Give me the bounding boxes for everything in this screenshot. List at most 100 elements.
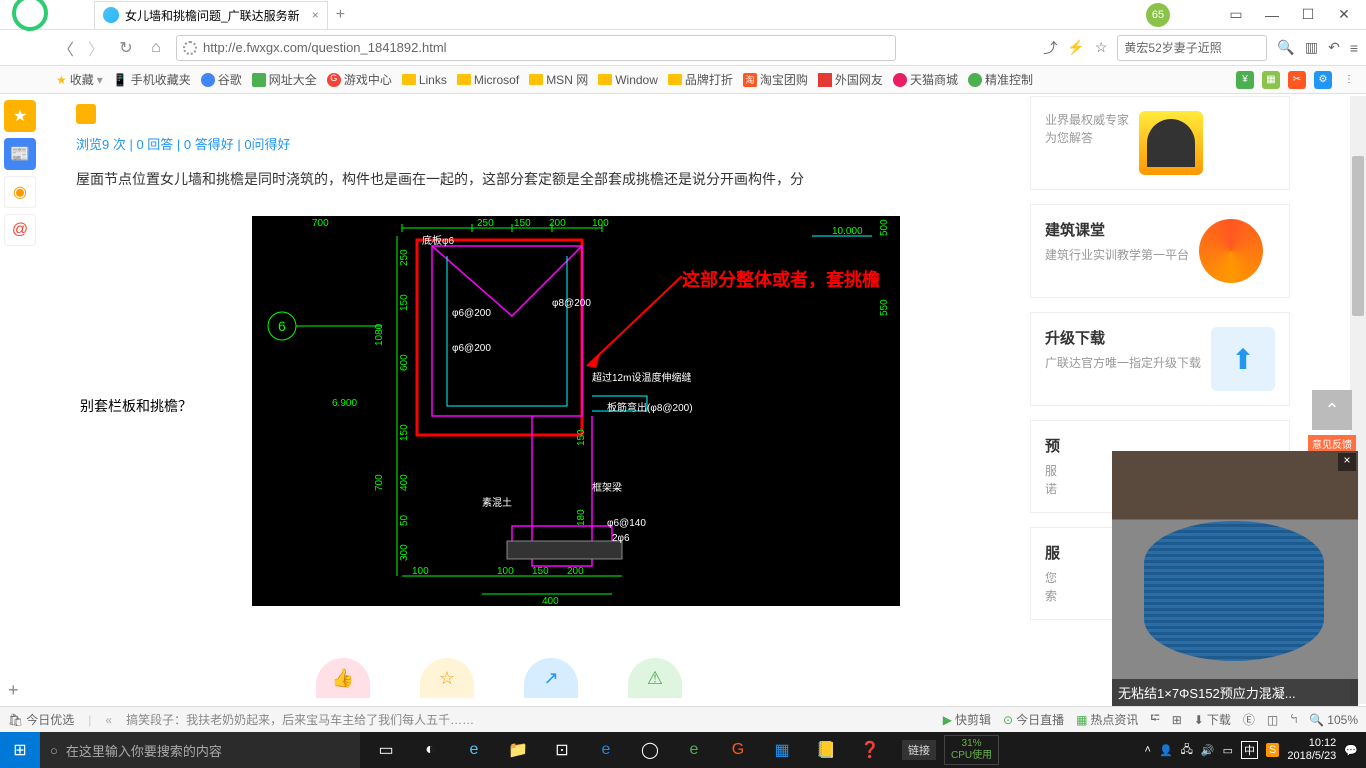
score-badge[interactable]: 65 xyxy=(1146,3,1170,27)
ext-icon[interactable]: ✂ xyxy=(1288,71,1306,89)
menu-icon[interactable]: ≡ xyxy=(1350,40,1358,56)
bookmark-icon[interactable]: ☆ xyxy=(1095,39,1108,56)
task-view-icon[interactable]: ▭ xyxy=(366,732,406,768)
sidebar-card-download[interactable]: 升级下载广联达官方唯一指定升级下载 ⬆ xyxy=(1030,312,1290,406)
quick-edit[interactable]: ▶快剪辑 xyxy=(943,711,991,728)
bookmark-item[interactable]: Window xyxy=(598,73,658,87)
taskbar-app[interactable]: G xyxy=(718,732,758,768)
zoom-level[interactable]: 🔍 105% xyxy=(1309,713,1358,727)
tray-ime-icon[interactable]: 中 xyxy=(1241,741,1258,759)
bookmark-item[interactable]: G游戏中心 xyxy=(327,71,392,88)
pin-weibo[interactable]: ◉ xyxy=(4,176,36,208)
notifications-icon[interactable]: 💬 xyxy=(1344,744,1358,757)
sidebar-card-expert[interactable]: 业界最权威专家 为您解答 xyxy=(1030,96,1290,190)
live-today[interactable]: ⊙今日直播 xyxy=(1003,711,1064,728)
cpu-meter[interactable]: 31%CPU使用 xyxy=(944,735,999,765)
report-button[interactable]: ⚠ xyxy=(628,658,682,698)
ext-icon[interactable]: ▦ xyxy=(1262,71,1280,89)
bookmark-item[interactable]: 淘淘宝团购 xyxy=(743,71,808,88)
home-button[interactable]: ⌂ xyxy=(146,39,166,57)
tray-network-icon[interactable]: 🖧 xyxy=(1181,741,1193,760)
ext-icon[interactable]: ⚙ xyxy=(1314,71,1332,89)
hot-news[interactable]: ▦热点资讯 xyxy=(1076,711,1138,728)
video-close-icon[interactable]: × xyxy=(1338,453,1356,471)
minimize-button[interactable]: — xyxy=(1262,7,1282,23)
taskbar-app[interactable]: ◐ xyxy=(410,732,450,768)
feedback-tag[interactable]: 意见反馈 xyxy=(1308,435,1356,452)
status-extra-3[interactable]: Ⓔ xyxy=(1243,711,1255,728)
browser-logo xyxy=(8,0,56,39)
split-view-icon[interactable]: ◫ xyxy=(1267,713,1278,727)
search-icon[interactable]: 🔍 xyxy=(1277,39,1294,56)
taskbar-explorer[interactable]: 📁 xyxy=(498,732,538,768)
status-extra-1[interactable]: ⮓ xyxy=(1150,709,1159,730)
pin-favorites[interactable]: ★ xyxy=(4,100,36,132)
browser-tab[interactable]: 女儿墙和挑檐问题_广联达服务新 × xyxy=(94,1,328,29)
svg-text:10.000: 10.000 xyxy=(832,226,863,237)
downloads[interactable]: ⬇下载 xyxy=(1194,711,1231,728)
taskbar-app[interactable]: ◯ xyxy=(630,732,670,768)
svg-text:150: 150 xyxy=(514,218,531,229)
news-ticker[interactable]: 搞笑段子：我扶老奶奶起来，后来宝马车主给了我们每人五千…… xyxy=(126,711,474,728)
svg-text:400: 400 xyxy=(542,596,559,606)
close-button[interactable]: ✕ xyxy=(1334,6,1354,23)
video-thumbnail[interactable]: × xyxy=(1112,451,1358,679)
tray-sogou-icon[interactable]: S xyxy=(1266,743,1279,757)
bookmark-item[interactable]: 📱手机收藏夹 xyxy=(113,71,191,88)
status-extra-2[interactable]: ⊞ xyxy=(1172,713,1182,727)
bookmark-item[interactable]: Links xyxy=(402,73,447,87)
bookmark-item[interactable]: 天猫商城 xyxy=(893,71,958,88)
taskbar-app[interactable]: ❓ xyxy=(850,732,890,768)
bookmark-item[interactable]: 外国网友 xyxy=(818,71,883,88)
tab-close-icon[interactable]: × xyxy=(312,8,319,22)
pin-news[interactable]: 📰 xyxy=(4,138,36,170)
omni-search[interactable]: 黄宏52岁妻子近照 xyxy=(1117,35,1267,61)
skin-icon[interactable]: ▭ xyxy=(1226,6,1246,23)
taskbar-edge[interactable]: e xyxy=(454,732,494,768)
share-icon[interactable]: ⤴ xyxy=(1043,38,1057,58)
share-button[interactable]: ↗ xyxy=(524,658,578,698)
tray-battery-icon[interactable]: ▭ xyxy=(1223,744,1233,757)
taskbar-ie[interactable]: e xyxy=(586,732,626,768)
pin-at[interactable]: @ xyxy=(4,214,36,246)
taskbar-app[interactable]: ⊡ xyxy=(542,732,582,768)
taskbar-clock[interactable]: 10:122018/5/23 xyxy=(1287,737,1336,763)
svg-text:250: 250 xyxy=(399,249,410,266)
bookmark-item[interactable]: 谷歌 xyxy=(201,71,242,88)
forward-button[interactable]: 〉 xyxy=(86,36,106,60)
tray-volume-icon[interactable]: 🔊 xyxy=(1201,744,1215,757)
taskbar-app[interactable]: 📒 xyxy=(806,732,846,768)
add-sidebar-button[interactable]: + xyxy=(8,680,19,701)
favorites-button[interactable]: ★收藏 ▾ xyxy=(56,71,103,88)
reload-button[interactable]: ↻ xyxy=(116,38,136,58)
start-button[interactable]: ⊞ xyxy=(0,732,40,768)
mute-icon[interactable]: ꕪ xyxy=(1290,712,1297,727)
svg-text:50: 50 xyxy=(399,514,410,526)
speed-icon[interactable]: ⚡ xyxy=(1067,39,1084,56)
bookmark-item[interactable]: Microsof xyxy=(457,73,519,87)
favorite-button[interactable]: ☆ xyxy=(420,658,474,698)
bookmark-item[interactable]: 网址大全 xyxy=(252,71,317,88)
taskbar-app[interactable]: ▦ xyxy=(762,732,802,768)
ext-more-icon[interactable]: ⋮ xyxy=(1340,71,1358,89)
like-button[interactable]: 👍 xyxy=(316,658,370,698)
scroll-to-top-button[interactable]: ⌃ xyxy=(1312,390,1352,430)
new-tab-button[interactable]: + xyxy=(336,6,345,24)
back-button[interactable]: 〈 xyxy=(56,36,76,60)
sidebar-card-class[interactable]: 建筑课堂建筑行业实训教学第一平台 xyxy=(1030,204,1290,298)
maximize-button[interactable]: ☐ xyxy=(1298,6,1318,23)
taskbar-links[interactable]: 链接 xyxy=(902,740,936,760)
ext-icon[interactable]: ¥ xyxy=(1236,71,1254,89)
tray-people-icon[interactable]: 👤 xyxy=(1159,744,1173,757)
bookmark-item[interactable]: MSN 网 xyxy=(529,71,588,88)
cortana-search[interactable]: ○ 在这里输入你要搜索的内容 xyxy=(40,732,360,768)
extensions-icon[interactable]: ▥ xyxy=(1305,39,1318,56)
bookmark-item[interactable]: 精准控制 xyxy=(968,71,1033,88)
taskbar-360[interactable]: e xyxy=(674,732,714,768)
undo-icon[interactable]: ↶ xyxy=(1328,39,1340,56)
url-input[interactable]: http://e.fwxgx.com/question_1841892.html xyxy=(176,35,896,61)
svg-text:200: 200 xyxy=(549,218,566,229)
tray-chevron-icon[interactable]: ˄ xyxy=(1145,744,1151,756)
today-picks[interactable]: 🛍 今日优选 xyxy=(8,711,74,728)
bookmark-item[interactable]: 品牌打折 xyxy=(668,71,733,88)
